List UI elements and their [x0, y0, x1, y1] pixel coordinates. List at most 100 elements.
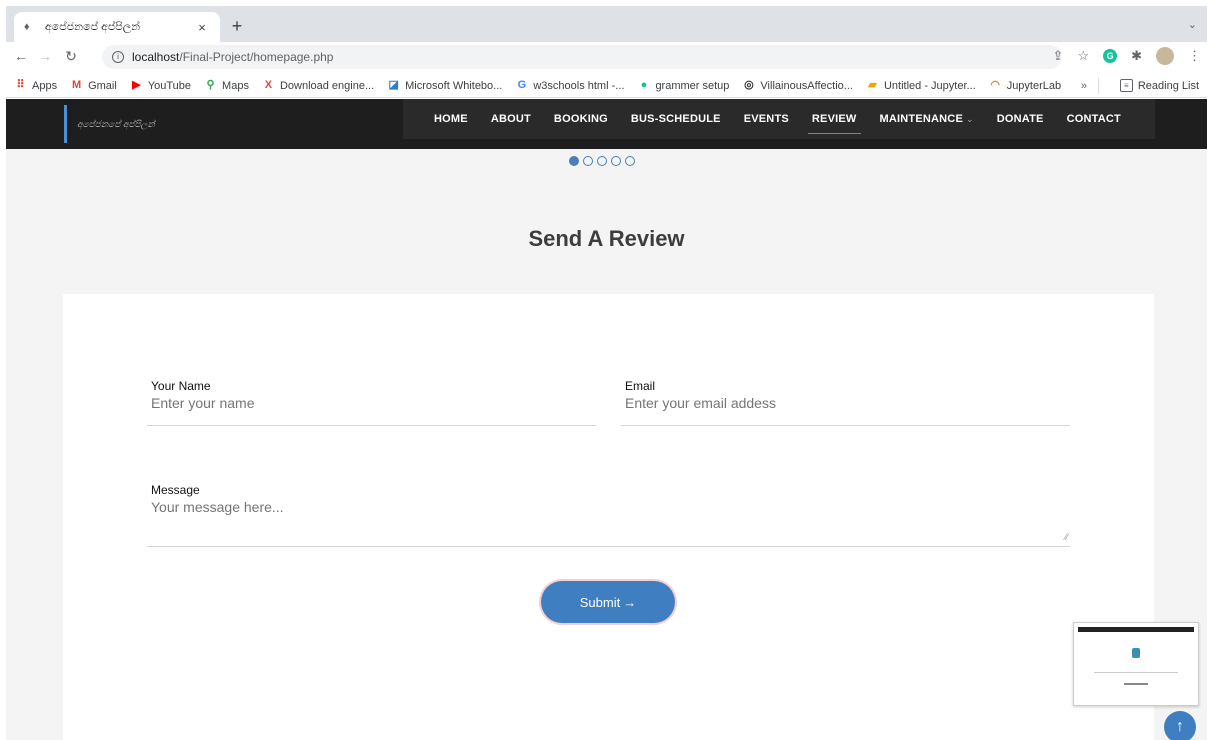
- close-tab-icon[interactable]: ×: [194, 20, 210, 35]
- reading-list-icon: ≡: [1119, 79, 1133, 92]
- nav-item-maintenance[interactable]: MAINTENANCE ⌄: [880, 113, 974, 125]
- bookmark-download-engine[interactable]: X Download engine...: [262, 79, 374, 92]
- message-label: Message: [151, 483, 200, 497]
- bookmark-maps[interactable]: ⚲ Maps: [204, 79, 249, 92]
- bookmarks-bar: ⠿ Apps M Gmail ▶ YouTube ⚲ Maps X Download engine…: [6, 74, 1207, 98]
- carousel-indicators: [569, 156, 635, 166]
- tab-search-chevron-icon[interactable]: ⌄: [1188, 18, 1197, 31]
- bookmark-label: VillainousAffectio...: [760, 79, 853, 92]
- apps-grid-icon: ⠿: [16, 79, 25, 91]
- bookmark-youtube[interactable]: ▶ YouTube: [130, 79, 191, 92]
- reading-list-button[interactable]: ≡ Reading List: [1119, 79, 1199, 92]
- site-logo[interactable]: අපේජනපේ අප්පිලන්: [64, 105, 164, 143]
- bookmarks-more-chevron-icon[interactable]: »: [1081, 80, 1087, 92]
- bookmark-apps[interactable]: ⠿ Apps: [14, 79, 57, 92]
- extensions-puzzle-icon[interactable]: ✱: [1131, 48, 1142, 64]
- carousel-dot[interactable]: [625, 156, 635, 166]
- name-field: Your Name: [147, 379, 596, 426]
- maps-pin-icon: ⚲: [206, 79, 215, 91]
- arrow-up-icon: ↑: [1176, 718, 1184, 735]
- nav-item-label: BOOKING: [553, 113, 608, 125]
- bookmark-label: Gmail: [88, 79, 117, 92]
- message-textarea[interactable]: [147, 499, 1070, 515]
- carousel-dot[interactable]: [569, 156, 579, 166]
- back-to-top-button[interactable]: ↑: [1164, 711, 1196, 740]
- nav-item-contact[interactable]: CONTACT: [1067, 113, 1121, 125]
- main-nav: HOME ABOUT BOOKING BUS-SCHEDULE EVENTS REVIEW…: [403, 99, 1155, 139]
- new-tab-button[interactable]: +: [226, 16, 248, 37]
- jupyter-doc-icon: ▰: [868, 79, 877, 91]
- nav-item-events[interactable]: EVENTS: [744, 113, 789, 125]
- bookmark-label: Apps: [32, 79, 58, 92]
- carousel-dot[interactable]: [597, 156, 607, 166]
- bookmark-label: w3schools html -...: [533, 79, 625, 92]
- grammarly-icon: ●: [640, 79, 648, 91]
- bookmark-label: grammer setup: [655, 79, 730, 92]
- browser-toolbar: ← → ↻ i localhost /Final-Project/homepag…: [6, 42, 1207, 72]
- preview-header: [1078, 627, 1194, 632]
- email-input[interactable]: [621, 395, 1070, 411]
- gmail-icon: M: [71, 79, 82, 91]
- reading-list-label: Reading List: [1137, 79, 1199, 92]
- bookmark-villainousaffectio[interactable]: ◎ VillainousAffectio...: [742, 79, 853, 92]
- reload-icon[interactable]: ↻: [62, 48, 80, 65]
- replit-icon: ◎: [744, 79, 754, 91]
- browser-menu-icon[interactable]: ⋮: [1188, 48, 1201, 64]
- arrow-right-icon: →: [623, 594, 637, 610]
- message-field: Message ⁄⁄: [147, 483, 1070, 547]
- bookmark-grammer-setup[interactable]: ● grammer setup: [637, 79, 730, 92]
- name-input[interactable]: [147, 395, 596, 411]
- preview-divider: [1094, 672, 1178, 673]
- preview-text: [1124, 683, 1148, 685]
- google-icon: G: [517, 79, 527, 91]
- nav-item-home[interactable]: HOME: [434, 113, 468, 125]
- back-arrow-icon[interactable]: ←: [12, 48, 30, 64]
- nav-item-label: EVENTS: [743, 113, 789, 125]
- bookmark-jupyterlab[interactable]: ◠ JupyterLab: [989, 79, 1061, 92]
- page-preview-thumbnail[interactable]: [1073, 622, 1199, 706]
- address-bar[interactable]: i localhost /Final-Project/homepage.php: [102, 45, 1062, 69]
- site-header: අපේජනපේ අප්පිලන් HOME ABOUT BOOKING BUS-SCH…: [6, 99, 1207, 149]
- carousel-dot[interactable]: [583, 156, 593, 166]
- email-field: Email: [621, 379, 1070, 426]
- share-icon[interactable]: ⇪: [1053, 48, 1064, 64]
- logo-text: අපේජනපේ අප්පිලන්: [77, 118, 155, 129]
- nav-item-bus-schedule[interactable]: BUS-SCHEDULE: [631, 113, 721, 125]
- browser-tab[interactable]: ♦ අපේජනපේ අප්පිලන් ×: [14, 12, 220, 42]
- nav-item-donate[interactable]: DONATE: [997, 113, 1044, 125]
- bookmark-gmail[interactable]: M Gmail: [70, 79, 117, 92]
- nav-item-label: ABOUT: [490, 113, 531, 125]
- bookmark-w3schools-html[interactable]: Gw3schools html -...: [515, 79, 625, 92]
- page-body: Send A Review Your Name Email Message ⁄⁄…: [6, 149, 1207, 740]
- email-label: Email: [625, 379, 656, 393]
- nav-item-label: BUS-SCHEDULE: [630, 113, 721, 125]
- bookmark-label: YouTube: [147, 79, 192, 92]
- carousel-dot[interactable]: [611, 156, 621, 166]
- bookmark-untitled-jupyter[interactable]: ▰ Untitled - Jupyter...: [866, 79, 976, 92]
- nav-item-label: CONTACT: [1066, 113, 1121, 125]
- site-info-icon[interactable]: i: [112, 51, 124, 63]
- bookmark-star-icon[interactable]: ☆: [1077, 48, 1089, 64]
- grammarly-extension-icon[interactable]: G: [1103, 49, 1118, 63]
- forward-arrow-icon[interactable]: →: [36, 48, 54, 64]
- x-icon: X: [264, 79, 273, 91]
- chevron-down-icon: ⌄: [965, 114, 974, 124]
- nav-item-about[interactable]: ABOUT: [491, 113, 531, 125]
- profile-avatar[interactable]: [1156, 47, 1174, 65]
- url-host: localhost: [132, 50, 180, 64]
- review-form-card: Your Name Email Message ⁄⁄ Submit →: [63, 294, 1154, 740]
- bookmark-label: Untitled - Jupyter...: [883, 79, 976, 92]
- nav-item-label: REVIEW: [811, 113, 857, 125]
- bookmark-label: Maps: [222, 79, 249, 92]
- nav-item-review[interactable]: REVIEW: [807, 113, 861, 134]
- bookmark-label: JupyterLab: [1006, 79, 1062, 92]
- bookmark-microsoft-whitebo[interactable]: ◪ Microsoft Whitebo...: [387, 79, 502, 92]
- url-path: /Final-Project/homepage.php: [179, 50, 334, 64]
- site-favicon-icon: ♦: [24, 21, 30, 33]
- preview-image: [1132, 648, 1140, 658]
- nav-item-booking[interactable]: BOOKING: [554, 113, 608, 125]
- toolbar-actions: ⇪ ☆ G ✱ ⋮: [1053, 47, 1201, 65]
- resize-handle-icon[interactable]: ⁄⁄: [1065, 532, 1068, 542]
- nav-item-label: DONATE: [996, 113, 1044, 125]
- submit-button[interactable]: Submit →: [541, 581, 675, 623]
